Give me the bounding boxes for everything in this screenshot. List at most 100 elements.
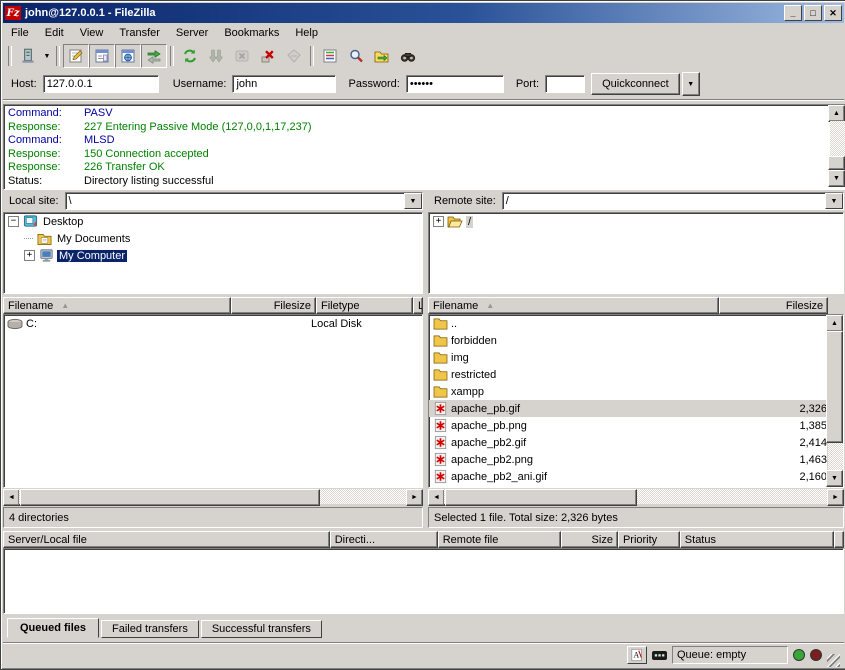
column-filetype[interactable]: Filetype xyxy=(316,297,413,314)
column-status[interactable]: Status xyxy=(680,531,834,548)
scroll-left-icon[interactable]: ◄ xyxy=(428,489,445,506)
tree-item-root[interactable]: + / xyxy=(429,213,843,230)
file-row[interactable]: restricted xyxy=(429,366,827,383)
process-queue-icon[interactable] xyxy=(203,44,229,68)
toggle-remote-tree-icon[interactable] xyxy=(115,44,141,68)
toggle-log-view-icon[interactable] xyxy=(63,44,89,68)
reconnect-icon[interactable] xyxy=(281,44,307,68)
scroll-thumb[interactable] xyxy=(445,489,637,506)
app-icon: Fz xyxy=(5,6,21,20)
column-priority[interactable]: Priority xyxy=(618,531,680,548)
site-manager-icon[interactable] xyxy=(15,44,41,68)
folder-icon xyxy=(432,334,448,347)
file-row[interactable]: xampp xyxy=(429,383,827,400)
tab-queued-files[interactable]: Queued files xyxy=(7,618,99,638)
menubar: File Edit View Transfer Server Bookmarks… xyxy=(3,23,844,43)
username-input[interactable] xyxy=(232,75,336,93)
column-filename[interactable]: Filename▲ xyxy=(428,297,719,314)
local-list-header: Filename▲ Filesize Filetype L xyxy=(3,297,423,314)
file-row-selected[interactable]: apache_pb.gif2,326 xyxy=(429,400,827,417)
log-scrollbar[interactable]: ▲ ▼ xyxy=(829,105,845,187)
column-filesize[interactable]: Filesize xyxy=(231,297,316,314)
column-last-modified[interactable]: L xyxy=(413,297,423,314)
disconnect-icon[interactable] xyxy=(255,44,281,68)
scroll-down-icon[interactable]: ▼ xyxy=(826,470,843,487)
quickconnect-button[interactable]: Quickconnect xyxy=(591,73,680,95)
speed-limit-indicator-icon[interactable]: ▪▪▪ xyxy=(652,651,667,660)
column-filesize[interactable]: Filesize xyxy=(719,297,828,314)
expand-icon[interactable]: + xyxy=(24,250,35,261)
tree-item-my-computer[interactable]: + My Computer xyxy=(20,247,422,264)
directory-comparison-icon[interactable] xyxy=(343,44,369,68)
column-size[interactable]: Size xyxy=(561,531,618,548)
file-row[interactable]: C: Local Disk xyxy=(4,315,422,332)
minimize-button[interactable]: _ xyxy=(784,5,802,21)
file-row[interactable]: .. xyxy=(429,315,827,332)
scroll-thumb[interactable] xyxy=(826,331,843,443)
menu-help[interactable]: Help xyxy=(287,24,326,42)
queue-header: Server/Local file Directi... Remote file… xyxy=(3,531,844,548)
remote-vscrollbar[interactable]: ▲ ▼ xyxy=(827,315,843,487)
file-row[interactable]: apache_pb.png1,385 xyxy=(429,417,827,434)
image-file-icon xyxy=(432,469,448,484)
toggle-local-tree-icon[interactable] xyxy=(89,44,115,68)
message-log: Command:PASV Response:227 Entering Passi… xyxy=(3,104,845,190)
activity-led-green-icon xyxy=(793,649,805,661)
password-input[interactable] xyxy=(406,75,504,93)
find-files-icon[interactable] xyxy=(395,44,421,68)
scroll-thumb[interactable] xyxy=(20,489,320,506)
tab-successful-transfers[interactable]: Successful transfers xyxy=(201,620,322,638)
tree-item-desktop[interactable]: − Desktop xyxy=(4,213,422,230)
file-row[interactable]: apache_pb2.gif2,414 xyxy=(429,434,827,451)
cancel-operation-icon[interactable] xyxy=(229,44,255,68)
titlebar[interactable]: Fz john@127.0.0.1 - FileZilla _ □ ✕ xyxy=(3,3,844,23)
menu-server[interactable]: Server xyxy=(168,24,216,42)
scroll-left-icon[interactable]: ◄ xyxy=(3,489,20,506)
column-filename[interactable]: Filename▲ xyxy=(3,297,231,314)
site-manager-dropdown-icon[interactable]: ▼ xyxy=(41,45,53,67)
remote-site-combo[interactable]: / ▼ xyxy=(502,192,844,210)
refresh-icon[interactable] xyxy=(177,44,203,68)
quickconnect-dropdown-icon[interactable]: ▼ xyxy=(682,72,700,96)
filter-icon[interactable] xyxy=(317,44,343,68)
scroll-up-icon[interactable]: ▲ xyxy=(828,105,845,122)
expand-icon[interactable]: + xyxy=(433,216,444,227)
menu-bookmarks[interactable]: Bookmarks xyxy=(216,24,287,42)
collapse-icon[interactable]: − xyxy=(8,216,19,227)
column-server-local-file[interactable]: Server/Local file xyxy=(3,531,330,548)
file-row[interactable]: apache_pb2.png1,463 xyxy=(429,451,827,468)
scroll-up-icon[interactable]: ▲ xyxy=(826,315,843,332)
toggle-queue-view-icon[interactable] xyxy=(141,44,167,68)
remote-hscrollbar[interactable]: ◄ ► xyxy=(428,489,844,505)
combo-dropdown-icon[interactable]: ▼ xyxy=(404,193,422,209)
image-file-icon xyxy=(432,435,448,450)
resize-grip[interactable] xyxy=(827,654,840,667)
scroll-right-icon[interactable]: ► xyxy=(827,489,844,506)
file-row[interactable]: img xyxy=(429,349,827,366)
menu-edit[interactable]: Edit xyxy=(37,24,72,42)
combo-dropdown-icon[interactable]: ▼ xyxy=(825,193,843,209)
scroll-right-icon[interactable]: ► xyxy=(406,489,423,506)
scroll-down-icon[interactable]: ▼ xyxy=(828,170,845,187)
column-direction[interactable]: Directi... xyxy=(330,531,438,548)
file-row[interactable]: forbidden xyxy=(429,332,827,349)
menu-file[interactable]: File xyxy=(3,24,37,42)
file-row[interactable]: apache_pb2_ani.gif2,160 xyxy=(429,468,827,485)
local-site-combo[interactable]: \ ▼ xyxy=(65,192,423,210)
local-site-label: Local site: xyxy=(3,195,65,207)
port-label: Port: xyxy=(516,78,539,90)
synchronized-browsing-icon[interactable] xyxy=(369,44,395,68)
maximize-button[interactable]: □ xyxy=(804,5,822,21)
host-input[interactable] xyxy=(43,75,159,93)
tree-item-my-documents[interactable]: My Documents xyxy=(20,230,422,247)
port-input[interactable] xyxy=(545,75,585,93)
menu-view[interactable]: View xyxy=(72,24,112,42)
tab-failed-transfers[interactable]: Failed transfers xyxy=(101,620,199,638)
column-remote-file[interactable]: Remote file xyxy=(438,531,561,548)
close-button[interactable]: ✕ xyxy=(824,5,842,21)
menu-transfer[interactable]: Transfer xyxy=(111,24,168,42)
scroll-thumb[interactable] xyxy=(828,156,845,170)
local-hscrollbar[interactable]: ◄ ► xyxy=(3,489,423,505)
ascii-transfer-type-icon[interactable]: A xyxy=(627,646,647,664)
desktop-icon xyxy=(22,214,38,229)
